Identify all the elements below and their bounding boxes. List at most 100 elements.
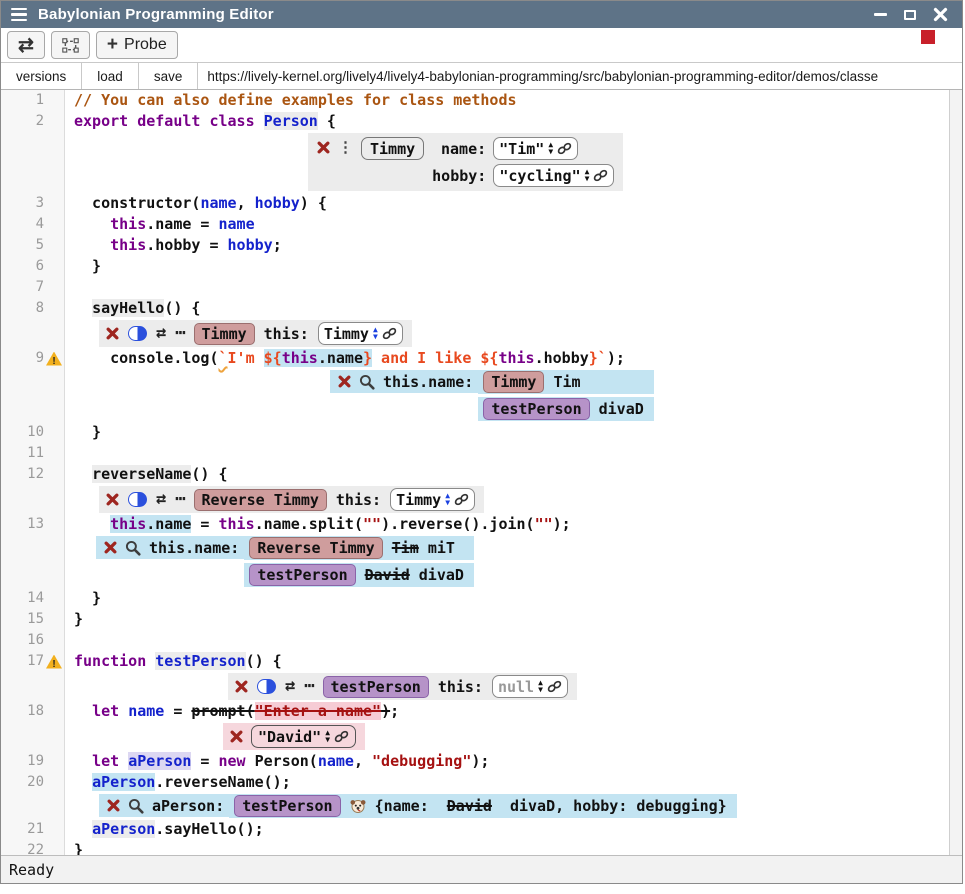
minimize-button[interactable] bbox=[870, 5, 890, 25]
code-line[interactable]: this.name = name bbox=[74, 214, 962, 235]
param-value-input[interactable]: "Tim"▲▼ bbox=[493, 137, 578, 160]
replacement-value-input[interactable]: "David"▲▼ bbox=[251, 725, 356, 748]
code-line[interactable] bbox=[74, 630, 962, 651]
toggle-icon[interactable] bbox=[257, 679, 276, 694]
window-title: Babylonian Programming Editor bbox=[38, 6, 274, 23]
vertical-scrollbar[interactable] bbox=[949, 90, 962, 855]
code-line[interactable]: } bbox=[74, 422, 962, 443]
line-number: 22 bbox=[27, 840, 44, 855]
code-line[interactable]: aPerson.sayHello(); bbox=[74, 819, 962, 840]
save-button[interactable]: save bbox=[139, 63, 199, 89]
close-button[interactable] bbox=[930, 5, 950, 25]
url-field[interactable]: https://lively-kernel.org/lively4/lively… bbox=[198, 63, 962, 89]
delete-x-icon bbox=[235, 680, 248, 693]
hamburger-menu-icon[interactable] bbox=[11, 8, 27, 21]
editor-line: 6 } bbox=[1, 256, 962, 277]
delete-button[interactable] bbox=[104, 541, 117, 554]
load-button[interactable]: load bbox=[82, 63, 139, 89]
param-value-input[interactable]: "cycling"▲▼ bbox=[493, 164, 614, 187]
code-line[interactable] bbox=[74, 443, 962, 464]
code-line[interactable]: reverseName() { bbox=[74, 464, 962, 485]
example-badge[interactable]: testPerson bbox=[234, 795, 340, 817]
value-stepper[interactable]: ▲▼ bbox=[445, 493, 450, 506]
code-line[interactable]: function testPerson() { bbox=[74, 651, 962, 672]
example-badge[interactable]: Reverse Timmy bbox=[194, 489, 327, 511]
gutter bbox=[1, 535, 65, 588]
example-badge[interactable]: Timmy bbox=[483, 371, 544, 393]
warning-icon[interactable]: ! bbox=[46, 352, 62, 366]
code-line[interactable]: let name = prompt("Enter a name"); bbox=[74, 701, 962, 722]
delete-button[interactable] bbox=[106, 493, 119, 506]
toggle-icon[interactable] bbox=[128, 326, 147, 341]
gutter: 3 bbox=[1, 193, 65, 214]
example-badge[interactable]: Reverse Timmy bbox=[249, 537, 382, 559]
example-name-input[interactable]: Timmy bbox=[361, 137, 424, 160]
bind-chain-icon[interactable] bbox=[557, 142, 572, 155]
delete-button[interactable] bbox=[107, 799, 120, 812]
toggle-icon[interactable] bbox=[128, 492, 147, 507]
example-badge[interactable]: Timmy bbox=[194, 323, 255, 345]
more-options-icon[interactable]: ⋯ bbox=[304, 682, 313, 691]
code-line[interactable]: // You can also define examples for clas… bbox=[74, 90, 962, 111]
editor-widget-line: "David"▲▼ bbox=[1, 722, 962, 751]
code-line[interactable]: } bbox=[74, 588, 962, 609]
value-input[interactable]: null▲▼ bbox=[492, 675, 568, 698]
warning-icon[interactable]: ! bbox=[46, 655, 62, 669]
versions-button[interactable]: versions bbox=[1, 63, 82, 89]
editor-widget-line: this.name:Reverse TimmyTimmiTtestPersonD… bbox=[1, 535, 962, 588]
value-stepper[interactable]: ▲▼ bbox=[373, 327, 378, 340]
value-stepper[interactable]: ▲▼ bbox=[585, 169, 590, 182]
swap-button[interactable]: ⇄ bbox=[7, 31, 45, 59]
delete-button[interactable] bbox=[106, 327, 119, 340]
code-line[interactable]: export default class Person { bbox=[74, 111, 962, 132]
delete-button[interactable] bbox=[338, 375, 351, 388]
code-line[interactable]: } bbox=[74, 840, 962, 855]
editor-line: 2export default class Person { bbox=[1, 111, 962, 132]
code-line[interactable]: console.log(`I'm ${this.name} and I like… bbox=[74, 348, 962, 369]
add-probe-button[interactable]: + Probe bbox=[96, 31, 178, 59]
code-line[interactable]: this.hobby = hobby; bbox=[74, 235, 962, 256]
delete-button[interactable] bbox=[235, 680, 248, 693]
code-line[interactable] bbox=[74, 277, 962, 298]
code-line[interactable]: } bbox=[74, 609, 962, 630]
line-number: 14 bbox=[27, 588, 44, 609]
delete-button[interactable] bbox=[230, 730, 243, 743]
frame-select-button[interactable] bbox=[51, 31, 90, 59]
code-line[interactable]: aPerson.reverseName(); bbox=[74, 772, 962, 793]
value-stepper[interactable]: ▲▼ bbox=[325, 730, 330, 743]
example-badge[interactable]: testPerson bbox=[483, 398, 589, 420]
bind-chain-icon[interactable] bbox=[593, 169, 608, 182]
probe-value: miT bbox=[428, 539, 455, 557]
swap-arrows-icon[interactable]: ⇄ bbox=[156, 325, 166, 342]
drag-handle-icon[interactable]: ⋮ bbox=[338, 140, 353, 155]
probe-value: divaD, hobby: debugging} bbox=[501, 797, 727, 815]
code-line[interactable]: sayHello() { bbox=[74, 298, 962, 319]
bind-chain-icon[interactable] bbox=[547, 680, 562, 693]
editor-line: 1// You can also define examples for cla… bbox=[1, 90, 962, 111]
code-line[interactable]: let aPerson = new Person(name, "debuggin… bbox=[74, 751, 962, 772]
bind-chain-icon[interactable] bbox=[334, 730, 349, 743]
bind-chain-icon[interactable] bbox=[382, 327, 397, 340]
probe-label: this.name: bbox=[149, 539, 239, 557]
more-options-icon[interactable]: ⋯ bbox=[175, 495, 184, 504]
value-input[interactable]: Timmy▲▼ bbox=[318, 322, 403, 345]
probe-head: this.name: bbox=[330, 370, 478, 393]
bind-chain-icon[interactable] bbox=[454, 493, 469, 506]
value-input[interactable]: Timmy▲▼ bbox=[390, 488, 475, 511]
value-stepper[interactable]: ▲▼ bbox=[548, 142, 553, 155]
value-stepper[interactable]: ▲▼ bbox=[538, 680, 543, 693]
swap-arrows-icon[interactable]: ⇄ bbox=[285, 678, 295, 695]
delete-button[interactable] bbox=[317, 141, 330, 154]
probe-widget: this.name:TimmyTimtestPersondivaD bbox=[330, 370, 654, 421]
swap-arrows-icon[interactable]: ⇄ bbox=[156, 491, 166, 508]
code-line[interactable]: constructor(name, hobby) { bbox=[74, 193, 962, 214]
example-badge[interactable]: testPerson bbox=[249, 564, 355, 586]
editor-line: 9! console.log(`I'm ${this.name} and I l… bbox=[1, 348, 962, 369]
code-line[interactable]: this.name = this.name.split("").reverse(… bbox=[74, 514, 962, 535]
example-badge[interactable]: testPerson bbox=[323, 676, 429, 698]
maximize-button[interactable] bbox=[900, 5, 920, 25]
code-editor[interactable]: 1// You can also define examples for cla… bbox=[1, 90, 962, 855]
more-options-icon[interactable]: ⋯ bbox=[175, 329, 184, 338]
line-number: 13 bbox=[27, 514, 44, 535]
code-line[interactable]: } bbox=[74, 256, 962, 277]
